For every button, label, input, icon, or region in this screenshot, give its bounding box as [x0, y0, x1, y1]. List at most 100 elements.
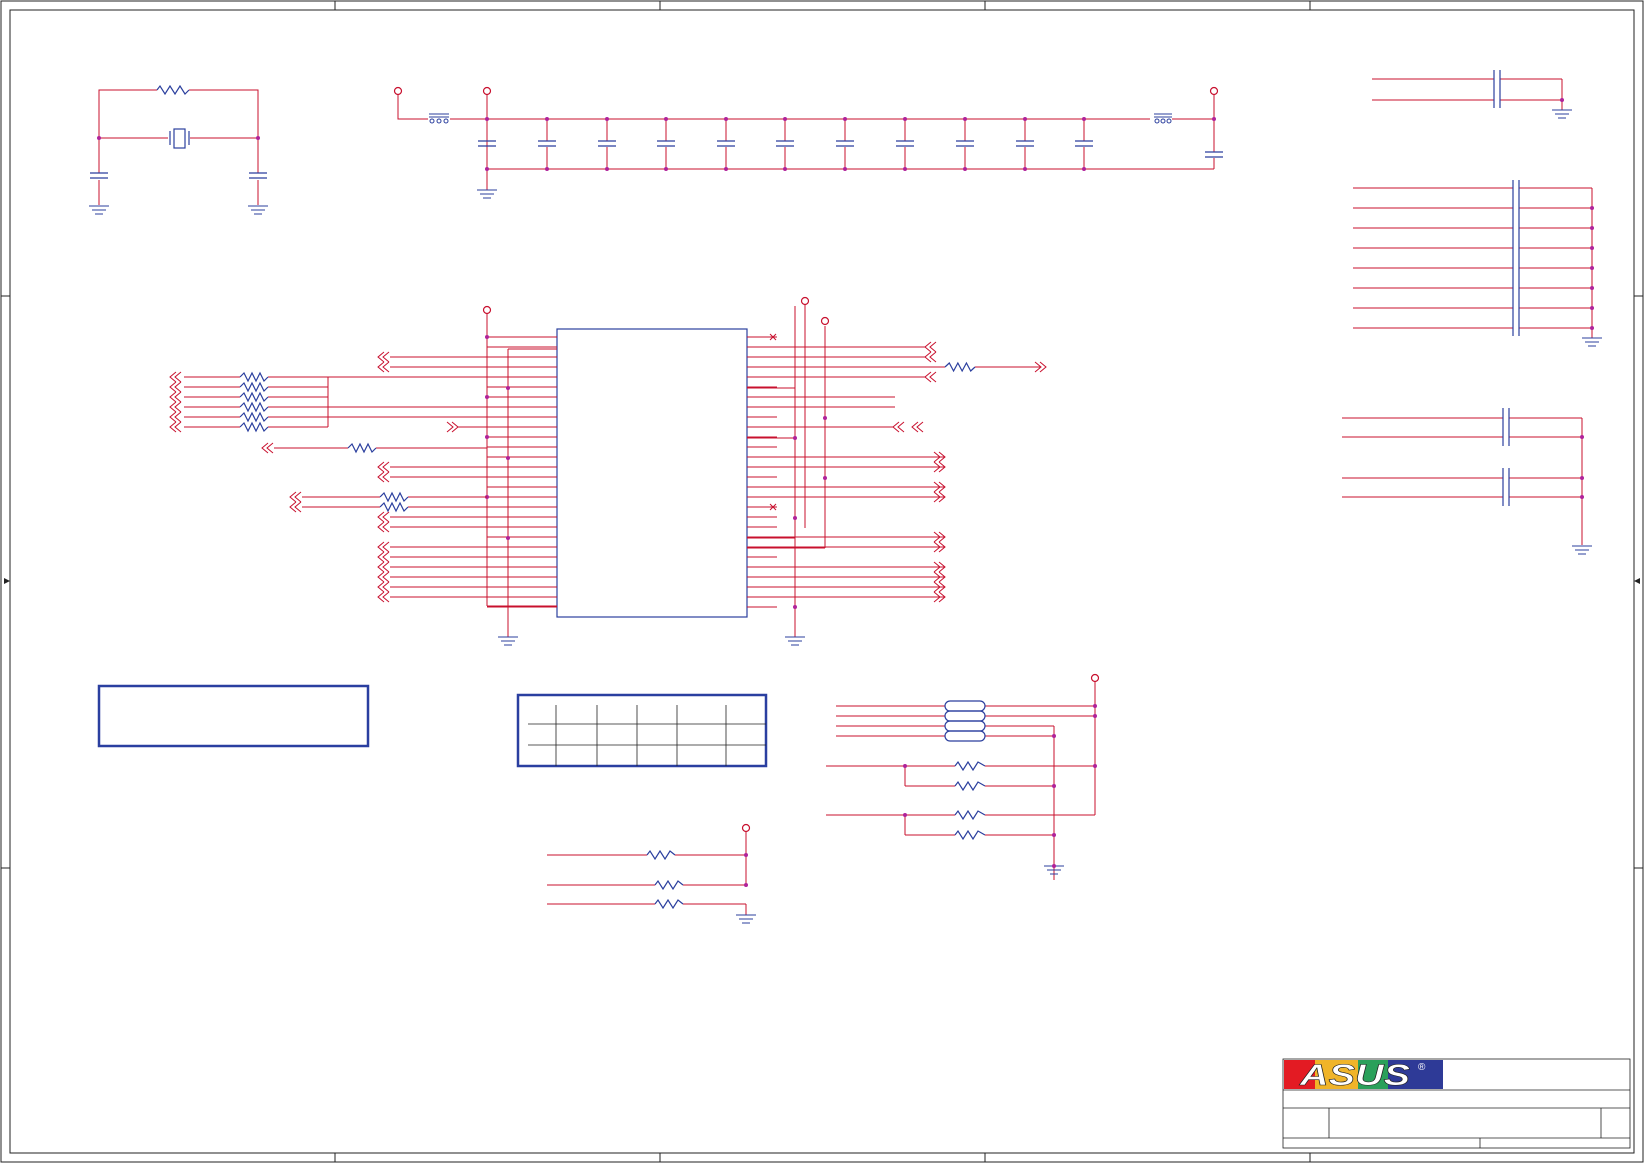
resistor-symbol — [239, 371, 409, 513]
resistor-symbol — [379, 491, 409, 503]
offpage-connector — [294, 501, 302, 513]
offpage-connector — [382, 561, 390, 573]
junction-dot — [843, 167, 847, 171]
offpage-connector — [916, 421, 924, 433]
resistor-pack-symbol — [944, 700, 986, 742]
zone-arrow-left — [4, 578, 10, 584]
offpage-connector — [382, 571, 390, 583]
offpage-connector — [294, 491, 302, 503]
crystal-circuit — [89, 84, 268, 215]
junction-dot — [903, 167, 907, 171]
resistor-symbol — [156, 84, 190, 96]
offpage-connector — [174, 391, 182, 403]
ground-symbol — [736, 914, 756, 924]
crystal-symbol — [169, 128, 190, 149]
ground-symbol — [89, 205, 268, 215]
title-block: ASUS ® — [1282, 1058, 1631, 1149]
offpage-connector — [174, 401, 182, 413]
junction-dot — [664, 167, 668, 171]
power-rail-symbol — [482, 296, 830, 326]
junction-dot — [783, 167, 787, 171]
resistor-symbol — [347, 442, 377, 454]
main-ic — [482, 296, 830, 646]
resistor-symbol — [239, 371, 269, 383]
offpage-connector — [382, 461, 390, 473]
resistor-symbol — [954, 760, 986, 841]
registered-mark: ® — [1418, 1062, 1426, 1073]
resistor-symbol — [239, 411, 269, 423]
junction-dot — [1023, 167, 1027, 171]
offpage-connector — [446, 421, 454, 433]
ground-symbol — [1552, 109, 1572, 119]
power-rail-symbol — [741, 823, 751, 833]
resistor-symbol — [239, 401, 269, 413]
junction-dot — [1590, 306, 1594, 310]
power-rail-symbol — [1090, 673, 1100, 683]
capacitor-symbol — [478, 140, 1093, 147]
brand-logo-text: ASUS — [1299, 1059, 1410, 1092]
note-box — [97, 684, 370, 748]
power-rail-symbol — [393, 86, 1219, 96]
ground-symbol — [1572, 545, 1592, 555]
offpage-connector — [929, 341, 937, 353]
offpage-connector — [382, 361, 390, 373]
resistor-symbol — [239, 421, 269, 433]
junction-dot — [605, 117, 609, 121]
junction-dot — [1590, 286, 1594, 290]
offpage-connector — [382, 471, 390, 483]
offpage-connector — [929, 351, 937, 363]
zone-arrow-right — [1634, 578, 1640, 584]
bypass-capacitor-top-right — [1372, 70, 1572, 119]
junction-dot — [793, 436, 797, 440]
offpage-connector — [382, 541, 390, 553]
junction-dot — [1590, 326, 1594, 330]
right-signal-network — [777, 341, 1047, 603]
offpage-connector — [892, 341, 1047, 603]
left-signal-network — [169, 351, 487, 603]
junction-dot — [485, 335, 489, 339]
junction-dot — [903, 117, 907, 121]
junction-dot — [724, 167, 728, 171]
bypass-capacitor-array-right — [1353, 180, 1602, 347]
junction-dot — [485, 435, 489, 439]
junction-dot — [545, 117, 549, 121]
junction-dot — [823, 416, 827, 420]
junction-dot — [793, 605, 797, 609]
offpage-connector — [382, 581, 390, 593]
offpage-connector — [174, 421, 182, 433]
capacitor-symbol — [1205, 151, 1223, 158]
offpage-connector — [382, 351, 390, 363]
sheet-border — [0, 0, 1644, 1163]
pullup-resistor-group — [547, 823, 756, 924]
offpage-connector — [382, 521, 390, 533]
offpage-connector — [382, 551, 390, 563]
junction-dot — [1023, 117, 1027, 121]
junction-dot — [1082, 117, 1086, 121]
junction-dot — [793, 516, 797, 520]
offpage-connector — [174, 381, 182, 393]
junction-dot — [1590, 226, 1594, 230]
resistor-symbol — [379, 501, 409, 513]
junction-dot — [1590, 206, 1594, 210]
junction-dot — [1590, 246, 1594, 250]
offpage-connector — [174, 371, 182, 383]
junction-dot — [485, 395, 489, 399]
junction-dot — [485, 117, 489, 121]
ic-body — [556, 328, 748, 618]
schematic-sheet: ASUS ® — [0, 0, 1644, 1163]
ground-symbol — [1582, 337, 1602, 347]
resistor-symbol — [944, 361, 976, 373]
junction-dot — [724, 117, 728, 121]
junction-dot — [485, 167, 489, 171]
strap-table — [516, 693, 768, 768]
offpage-connector — [382, 591, 390, 603]
offpage-connector — [929, 371, 937, 383]
junction-dot — [506, 536, 510, 540]
capacitor-symbol — [90, 172, 267, 179]
brand-logo: ASUS ® — [1284, 1059, 1443, 1092]
junction-dot — [1212, 117, 1216, 121]
resistor-symbol — [944, 361, 976, 373]
junction-dot — [1082, 167, 1086, 171]
ground-symbol — [498, 636, 805, 646]
decoupling-capacitor-bank — [393, 86, 1223, 199]
